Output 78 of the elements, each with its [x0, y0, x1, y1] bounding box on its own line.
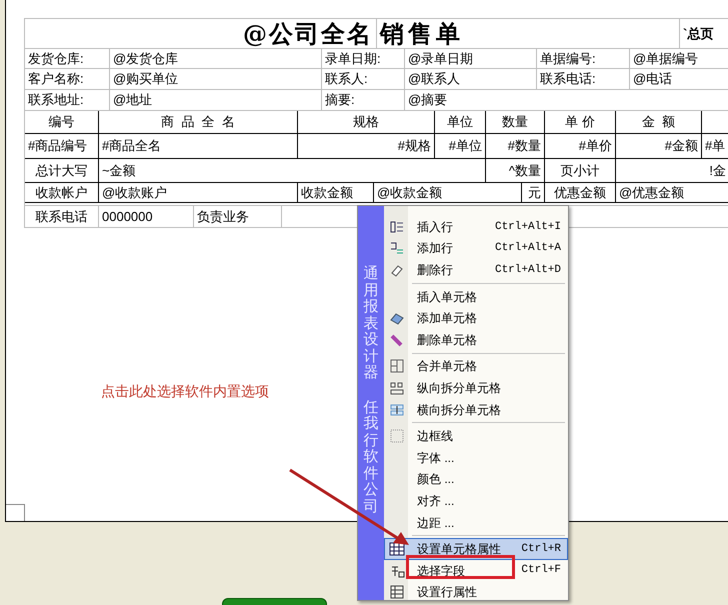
- menu-icon: [388, 380, 404, 396]
- menu-item[interactable]: 添加行 Ctrl+Alt+A: [384, 238, 568, 260]
- menu-item[interactable]: 插入单元格: [384, 286, 568, 308]
- table-cell-text: 摘要:: [325, 91, 355, 110]
- menu-icon: [388, 402, 404, 418]
- menu-item[interactable]: 添加单元格: [384, 307, 568, 329]
- table-cell-text: @优惠金额: [619, 184, 684, 202]
- menu-banner-text: 通用报表设计器: [364, 266, 378, 382]
- table-cell-text: !金: [709, 162, 726, 180]
- table-cell-text: ~金额: [102, 162, 136, 180]
- table-cell-text: 收款帐户: [36, 184, 88, 202]
- table-cell-text: 规格: [353, 113, 379, 132]
- menu-item[interactable]: 设置单元格属性 Ctrl+R: [384, 538, 568, 560]
- menu-item[interactable]: 合并单元格: [384, 356, 568, 378]
- table-cell-text: 负责业务: [197, 208, 249, 226]
- table-cell-text: 商 品 全 名: [161, 113, 235, 132]
- annotation-text: 点击此处选择软件内置选项: [101, 382, 269, 401]
- table-cell-text: 单 价: [565, 113, 595, 132]
- table-cell-text: @收款账户: [102, 184, 168, 202]
- table-cell-text: #数量: [508, 137, 541, 156]
- menu-item[interactable]: 设置行属性: [384, 582, 568, 604]
- menu-item[interactable]: 删除行 Ctrl+Alt+D: [384, 259, 568, 281]
- table-cell-text: @地址: [113, 91, 152, 110]
- menu-icon: [388, 541, 404, 558]
- table-cell-text: 联系电话: [36, 208, 88, 226]
- table-cell-text: 页小计: [560, 162, 600, 180]
- page-total-field: `总页: [683, 24, 714, 44]
- menu-item[interactable]: 删除单元格: [384, 328, 568, 351]
- table-cell-text: @购买单位: [113, 70, 178, 88]
- menu-item[interactable]: 横向拆分单元格: [384, 398, 568, 420]
- corner-box: [6, 504, 25, 521]
- menu-item[interactable]: 插入行 Ctrl+Alt+I: [384, 216, 568, 238]
- table-cell-text: @发货仓库: [113, 50, 178, 68]
- table-cell-text: 优惠金额: [554, 184, 606, 202]
- menu-item[interactable]: 边框线: [384, 425, 568, 447]
- table-cell-text: @电话: [633, 70, 672, 88]
- table-cell-text: 录单日期:: [325, 50, 381, 68]
- table-cell-text: @录单日期: [408, 50, 474, 68]
- report-title: @公司全名: [243, 19, 373, 48]
- menu-banner-text: 任我行软件公司: [364, 400, 378, 515]
- table-cell-text: #金额: [664, 137, 698, 156]
- table-cell-text: 单据编号:: [540, 50, 596, 68]
- report-title: 销售单: [380, 19, 464, 48]
- table-cell-text: 发货仓库:: [28, 50, 84, 68]
- table-cell-text: 客户名称:: [28, 70, 84, 88]
- menu-icon: [388, 218, 404, 235]
- menu-item[interactable]: 边距 ...: [384, 512, 568, 534]
- menu-item[interactable]: 字体 ...: [384, 446, 568, 469]
- table-cell-text: 0000000: [102, 208, 153, 226]
- table-cell-text: @单据编号: [633, 50, 698, 68]
- table-cell-text: #商品全名: [102, 137, 162, 156]
- table-cell-text: 联系电话:: [540, 70, 596, 88]
- menu-icon: [388, 358, 404, 374]
- menu-icon: [388, 428, 404, 444]
- table-cell-text: @联系人: [408, 70, 460, 88]
- table-cell-text: 编号: [48, 113, 74, 132]
- table-cell-text: 单位: [447, 113, 473, 132]
- table-cell-text: 收款金额: [301, 184, 353, 202]
- table-cell-text: ^数量: [508, 162, 541, 180]
- menu-item[interactable]: 颜色 ...: [384, 468, 568, 490]
- table-cell-text: 数量: [502, 113, 528, 132]
- menu-icon: [388, 332, 404, 348]
- table-cell-text: @摘要: [408, 91, 448, 110]
- menu-item[interactable]: 纵向拆分单元格: [384, 377, 568, 399]
- table-cell-text: #单: [705, 137, 726, 156]
- menu-icon: [388, 240, 404, 256]
- menu-icon: [388, 584, 404, 600]
- table-cell-text: #单位: [448, 137, 482, 156]
- table-cell-text: 总计大写: [36, 162, 88, 180]
- table-cell-text: 金 额: [642, 113, 676, 132]
- table-cell-text: #商品编号: [28, 137, 88, 156]
- table-cell-text: 联系地址:: [28, 91, 84, 110]
- table-cell-text: #规格: [398, 137, 431, 156]
- table-cell-text: 联系人:: [325, 70, 368, 88]
- menu-item[interactable]: 对齐 ...: [384, 490, 568, 512]
- table-cell-text: #单价: [578, 137, 612, 156]
- table-cell-text: 元: [528, 184, 541, 202]
- table-cell-text: @收款金额: [377, 184, 442, 202]
